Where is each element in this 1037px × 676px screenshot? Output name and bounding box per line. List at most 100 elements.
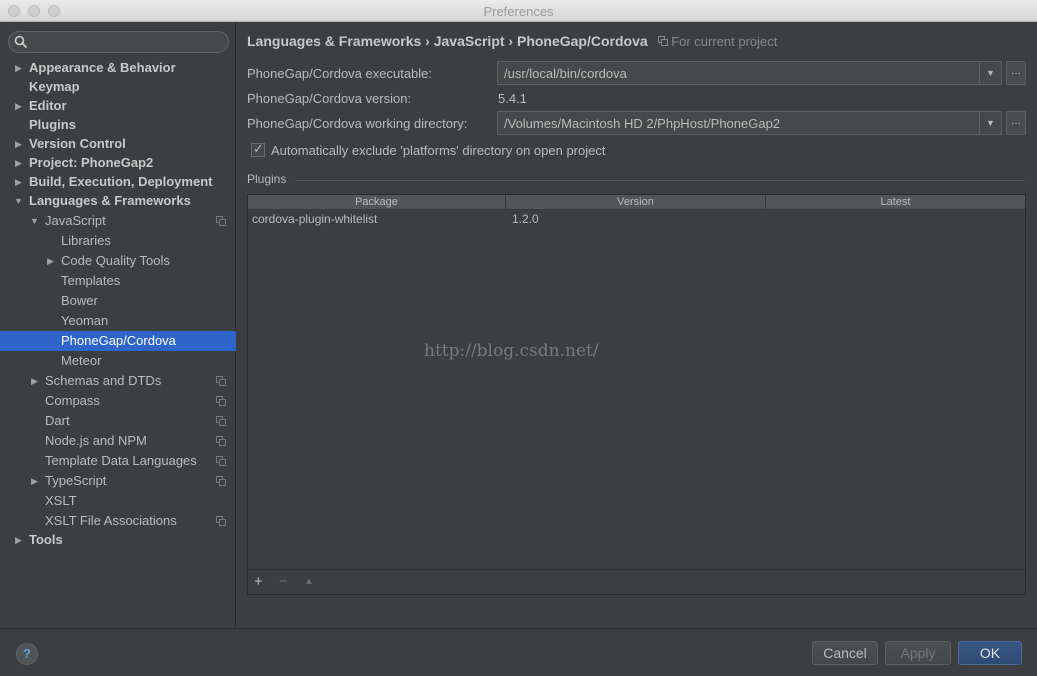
sidebar-item-libraries[interactable]: Libraries: [0, 231, 236, 251]
collapse-arrow-icon[interactable]: ▼: [14, 191, 24, 211]
settings-content: Languages & Frameworks › JavaScript › Ph…: [237, 22, 1037, 628]
executable-combo[interactable]: /usr/local/bin/cordova ▼: [497, 61, 1002, 85]
browse-workdir-button[interactable]: ...: [1006, 111, 1026, 135]
plugins-section-label: Plugins: [247, 172, 287, 186]
column-header-version[interactable]: Version: [506, 195, 766, 210]
table-toolbar: + − ▲: [248, 569, 1025, 594]
sidebar-item-label: Bower: [61, 293, 98, 308]
chevron-down-icon[interactable]: ▼: [979, 62, 1001, 84]
sidebar-item-label: Template Data Languages: [45, 453, 197, 468]
expand-arrow-icon[interactable]: ▶: [15, 530, 25, 550]
upgrade-plugin-button[interactable]: ▲: [304, 576, 314, 587]
chevron-down-icon[interactable]: ▼: [979, 112, 1001, 134]
apply-button[interactable]: Apply: [885, 641, 951, 665]
settings-sidebar: ▶ Appearance & Behavior Keymap ▶ Editor …: [0, 22, 236, 628]
sidebar-item-version-control[interactable]: ▶ Version Control: [0, 134, 236, 154]
expand-arrow-icon[interactable]: ▶: [15, 58, 25, 78]
search-icon: [14, 35, 28, 52]
sidebar-item-tools[interactable]: ▶ Tools: [0, 530, 236, 550]
expand-arrow-icon[interactable]: ▶: [15, 153, 25, 173]
sidebar-item-compass[interactable]: Compass: [0, 391, 236, 411]
sidebar-item-label: Templates: [61, 273, 121, 288]
breadcrumb: Languages & Frameworks › JavaScript › Ph…: [247, 33, 777, 49]
search-input[interactable]: [8, 31, 229, 53]
remove-plugin-button[interactable]: −: [279, 573, 288, 590]
project-settings-icon: [216, 436, 226, 446]
browse-executable-button[interactable]: ...: [1006, 61, 1026, 85]
sidebar-item-label: Node.js and NPM: [45, 433, 147, 448]
expand-arrow-icon[interactable]: ▶: [15, 172, 25, 192]
executable-value[interactable]: /usr/local/bin/cordova: [504, 66, 627, 81]
workdir-label: PhoneGap/Cordova working directory:: [247, 116, 468, 131]
sidebar-item-label: Libraries: [61, 233, 111, 248]
title-bar: Preferences: [0, 0, 1037, 22]
workdir-combo[interactable]: /Volumes/Macintosh HD 2/PhpHost/PhoneGap…: [497, 111, 1002, 135]
project-scope-note: For current project: [657, 34, 778, 49]
sidebar-item-label: Languages & Frameworks: [29, 193, 191, 208]
exclude-platforms-label[interactable]: Automatically exclude 'platforms' direct…: [271, 143, 605, 158]
ok-button[interactable]: OK: [958, 641, 1022, 665]
sidebar-item-label: Compass: [45, 393, 100, 408]
sidebar-item-project[interactable]: ▶ Project: PhoneGap2: [0, 153, 236, 173]
expand-arrow-icon[interactable]: ▶: [15, 134, 25, 154]
plugins-table: Package Version Latest cordova-plugin-wh…: [247, 194, 1026, 595]
sidebar-item-plugins[interactable]: Plugins: [0, 115, 236, 135]
project-settings-icon: [657, 36, 668, 46]
sidebar-item-label: Build, Execution, Deployment: [29, 174, 213, 189]
sidebar-item-label: Project: PhoneGap2: [29, 155, 154, 170]
sidebar-item-xslt-file-associations[interactable]: XSLT File Associations: [0, 511, 236, 531]
sidebar-item-languages-frameworks[interactable]: ▼ Languages & Frameworks: [0, 191, 236, 211]
add-plugin-button[interactable]: +: [254, 573, 263, 590]
sidebar-item-phonegap-cordova[interactable]: PhoneGap/Cordova: [0, 331, 236, 351]
sidebar-item-label: XSLT: [45, 493, 77, 508]
sidebar-item-typescript[interactable]: ▶ TypeScript: [0, 471, 236, 491]
sidebar-item-javascript[interactable]: ▼ JavaScript: [0, 211, 236, 231]
sidebar-item-build-execution-deployment[interactable]: ▶ Build, Execution, Deployment: [0, 172, 236, 192]
sidebar-item-label: Schemas and DTDs: [45, 373, 162, 388]
watermark: http://blog.csdn.net/: [424, 341, 599, 361]
project-settings-icon: [216, 456, 226, 466]
project-settings-icon: [216, 476, 226, 486]
sidebar-item-label: Yeoman: [61, 313, 109, 328]
sidebar-item-editor[interactable]: ▶ Editor: [0, 96, 236, 116]
workdir-value[interactable]: /Volumes/Macintosh HD 2/PhpHost/PhoneGap…: [504, 116, 780, 131]
dialog-button-bar: ? Cancel Apply OK: [0, 628, 1037, 676]
sidebar-item-appearance-behavior[interactable]: ▶ Appearance & Behavior: [0, 58, 236, 78]
project-settings-icon: [216, 216, 226, 226]
project-settings-icon: [216, 376, 226, 386]
expand-arrow-icon[interactable]: ▶: [31, 471, 41, 491]
section-divider: [295, 180, 1025, 181]
sidebar-item-keymap[interactable]: Keymap: [0, 77, 236, 97]
sidebar-item-code-quality-tools[interactable]: ▶ Code Quality Tools: [0, 251, 236, 271]
sidebar-item-schemas-dtds[interactable]: ▶ Schemas and DTDs: [0, 371, 236, 391]
sidebar-item-label: Dart: [45, 413, 70, 428]
sidebar-item-label: Plugins: [29, 117, 76, 132]
sidebar-item-label: Code Quality Tools: [61, 253, 170, 268]
sidebar-item-label: Editor: [29, 98, 67, 113]
project-scope-label: For current project: [671, 34, 778, 49]
column-header-latest[interactable]: Latest: [766, 195, 1025, 210]
sidebar-item-meteor[interactable]: Meteor: [0, 351, 236, 371]
exclude-platforms-checkbox[interactable]: ✓: [251, 141, 265, 157]
sidebar-item-label: Tools: [29, 532, 63, 547]
sidebar-item-bower[interactable]: Bower: [0, 291, 236, 311]
collapse-arrow-icon[interactable]: ▼: [30, 211, 40, 231]
breadcrumb-path: Languages & Frameworks › JavaScript › Ph…: [247, 33, 648, 49]
sidebar-item-xslt[interactable]: XSLT: [0, 491, 236, 511]
sidebar-item-dart[interactable]: Dart: [0, 411, 236, 431]
help-button[interactable]: ?: [16, 643, 38, 665]
project-settings-icon: [216, 516, 226, 526]
column-header-package[interactable]: Package: [248, 195, 506, 210]
table-row[interactable]: cordova-plugin-whitelist 1.2.0: [248, 211, 1025, 227]
sidebar-item-nodejs-npm[interactable]: Node.js and NPM: [0, 431, 236, 451]
sidebar-item-yeoman[interactable]: Yeoman: [0, 311, 236, 331]
sidebar-item-templates[interactable]: Templates: [0, 271, 236, 291]
cancel-button[interactable]: Cancel: [812, 641, 878, 665]
sidebar-item-template-data-languages[interactable]: Template Data Languages: [0, 451, 236, 471]
sidebar-item-label: JavaScript: [45, 213, 106, 228]
project-settings-icon: [216, 396, 226, 406]
expand-arrow-icon[interactable]: ▶: [15, 96, 25, 116]
expand-arrow-icon[interactable]: ▶: [47, 251, 57, 271]
sidebar-item-label: PhoneGap/Cordova: [61, 333, 176, 348]
expand-arrow-icon[interactable]: ▶: [31, 371, 41, 391]
